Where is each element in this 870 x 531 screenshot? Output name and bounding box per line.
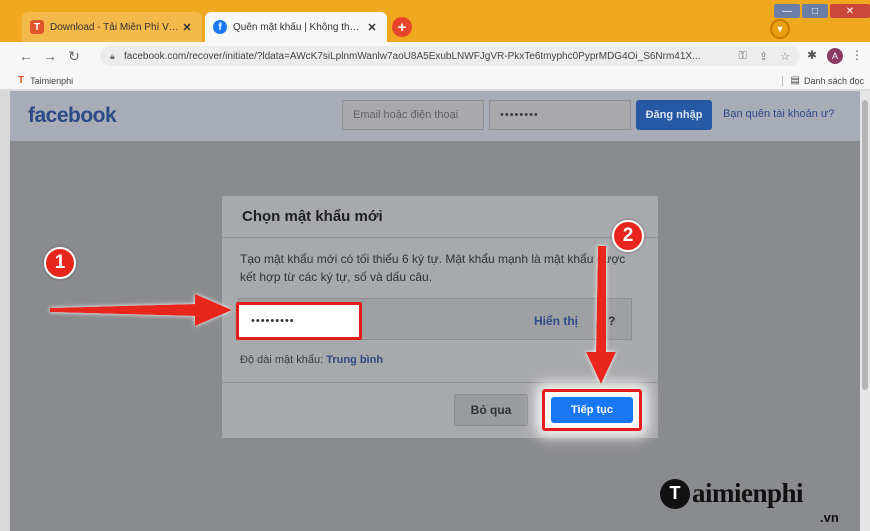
facebook-header: facebook Email hoặc điện thoại •••••••• … bbox=[10, 91, 860, 141]
taimienphi-bookmark-icon: T bbox=[18, 75, 25, 86]
back-arrow-icon[interactable]: ← bbox=[14, 48, 38, 64]
divider bbox=[781, 75, 783, 86]
lock-icon: 🔒︎ bbox=[110, 50, 115, 61]
taimienphi-favicon-icon: T bbox=[30, 20, 44, 34]
show-password-link[interactable]: Hiển thị bbox=[534, 314, 578, 328]
tab-label: Quên mật khẩu | Không thể đăng bbox=[233, 21, 365, 33]
menu-dots-icon[interactable]: ⋮ bbox=[851, 48, 863, 62]
reload-icon[interactable]: ↻ bbox=[62, 48, 86, 65]
address-bar[interactable]: 🔒︎ facebook.com/recover/initiate/?ldata=… bbox=[100, 46, 800, 66]
divider bbox=[222, 237, 658, 238]
continue-button[interactable]: Tiếp tục bbox=[551, 397, 633, 423]
dialog-title: Chọn mật khẩu mới bbox=[242, 208, 383, 225]
step-2-badge: 2 bbox=[612, 220, 644, 252]
bookmarks-bar: T Taimienphi ▤ Danh sách đọc bbox=[0, 70, 870, 90]
taimienphi-logo-icon: T bbox=[660, 478, 690, 509]
help-question-icon[interactable]: ? bbox=[608, 314, 615, 328]
tab-facebook-recover[interactable]: f Quên mật khẩu | Không thể đăng ✕ bbox=[205, 12, 387, 42]
taimienphi-watermark: T aimienphi bbox=[660, 478, 804, 509]
login-password-input[interactable]: •••••••• bbox=[489, 100, 631, 130]
close-icon[interactable]: ✕ bbox=[365, 21, 379, 34]
scrollbar-thumb[interactable] bbox=[862, 100, 868, 390]
skip-button[interactable]: Bỏ qua bbox=[454, 394, 528, 426]
minimize-icon[interactable]: — bbox=[774, 4, 800, 18]
facebook-favicon-icon: f bbox=[213, 20, 227, 34]
window-controls: — □ ✕ bbox=[772, 0, 870, 22]
close-icon[interactable]: ✕ bbox=[180, 21, 194, 34]
dialog-description: Tạo mật khẩu mới có tối thiểu 6 ký tự. M… bbox=[240, 252, 626, 284]
strength-label: Độ dài mật khẩu: bbox=[240, 354, 324, 366]
login-button[interactable]: Đăng nhập bbox=[636, 100, 712, 130]
key-icon[interactable]: ⚿ bbox=[739, 50, 747, 63]
bookmark-label: Taimienphi bbox=[30, 75, 74, 86]
reading-list-icon: ▤ bbox=[790, 75, 800, 86]
page-viewport: facebook Email hoặc điện thoại •••••••• … bbox=[10, 91, 860, 531]
forgot-account-link[interactable]: Bạn quên tài khoản ư? bbox=[723, 108, 834, 120]
password-strength: Độ dài mật khẩu: Trung bình bbox=[240, 354, 383, 366]
step-1-badge: 1 bbox=[44, 247, 76, 279]
profile-avatar[interactable]: A bbox=[827, 48, 843, 64]
url-text: facebook.com/recover/initiate/?ldata=AWc… bbox=[124, 50, 701, 62]
tab-label: Download - Tải Miễn Phí VN - Ph bbox=[50, 21, 180, 33]
strength-value: Trung bình bbox=[326, 354, 384, 366]
watermark-text: aimienphi bbox=[692, 478, 804, 508]
new-password-dialog: Chọn mật khẩu mới Tạo mật khẩu mới có tố… bbox=[222, 196, 658, 438]
tab-search-chevron-down-icon[interactable]: ▼ bbox=[770, 19, 790, 39]
tab-download[interactable]: T Download - Tải Miễn Phí VN - Ph ✕ bbox=[22, 12, 202, 42]
continue-highlight: Tiếp tục bbox=[542, 389, 642, 431]
new-tab-button[interactable]: + bbox=[392, 17, 412, 37]
forward-arrow-icon[interactable]: → bbox=[38, 48, 62, 64]
facebook-logo[interactable]: facebook bbox=[28, 104, 117, 128]
watermark-domain: .vn bbox=[820, 510, 839, 525]
bookmark-star-icon[interactable]: ☆ bbox=[780, 50, 790, 63]
new-password-input[interactable]: ••••••••• bbox=[236, 302, 362, 340]
email-input[interactable]: Email hoặc điện thoại bbox=[342, 100, 484, 130]
bookmark-taimienphi[interactable]: T Taimienphi bbox=[18, 75, 73, 86]
share-icon[interactable]: ⇪ bbox=[759, 50, 768, 63]
browser-toolbar: ← → ↻ 🔒︎ facebook.com/recover/initiate/?… bbox=[0, 42, 870, 70]
window-close-icon[interactable]: ✕ bbox=[830, 4, 870, 18]
extensions-puzzle-icon[interactable]: ✱ bbox=[807, 48, 817, 62]
reading-list[interactable]: ▤ Danh sách đọc bbox=[781, 75, 864, 86]
browser-tab-bar: T Download - Tải Miễn Phí VN - Ph ✕ f Qu… bbox=[0, 0, 870, 42]
reading-list-label: Danh sách đọc bbox=[803, 75, 864, 86]
divider bbox=[222, 382, 658, 383]
maximize-icon[interactable]: □ bbox=[802, 4, 828, 18]
